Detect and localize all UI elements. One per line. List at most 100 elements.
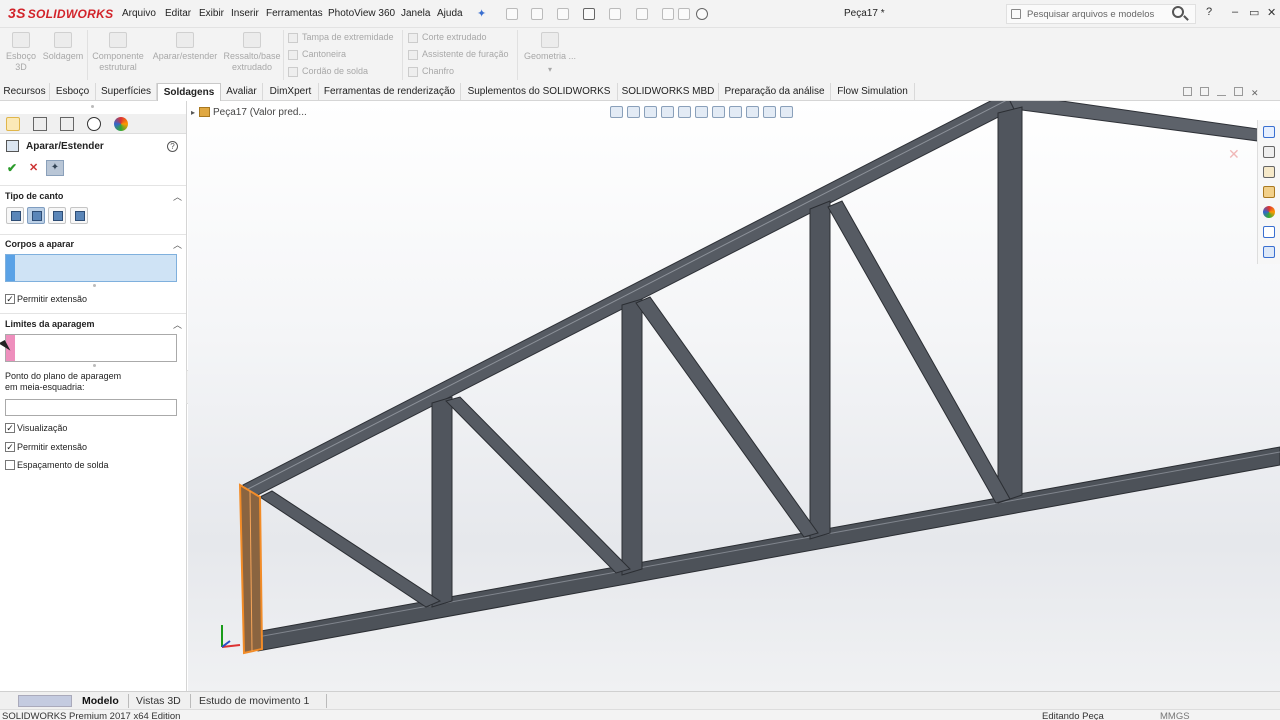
- zoom-to-fit-icon[interactable]: [610, 106, 623, 118]
- collapse-icon[interactable]: ︿: [173, 238, 182, 251]
- reference-geometry-button[interactable]: Geometria ... ▾: [520, 32, 580, 75]
- apply-scene-icon[interactable]: [763, 106, 776, 118]
- viewport-link-icon[interactable]: [1200, 87, 1209, 96]
- options-gear-icon[interactable]: [696, 8, 708, 20]
- resize-grip[interactable]: [93, 364, 96, 367]
- tab-superficies[interactable]: Superfícies: [96, 83, 157, 100]
- tab-flow-simulation[interactable]: Flow Simulation: [831, 83, 915, 100]
- select-icon[interactable]: [636, 8, 648, 20]
- menu-exibir[interactable]: Exibir: [199, 8, 224, 19]
- keep-visible-pin-button[interactable]: ✦: [46, 160, 64, 176]
- dynamic-annotation-icon[interactable]: [678, 106, 691, 118]
- save-icon[interactable]: [557, 8, 569, 20]
- trim-boundary-selection-box[interactable]: [5, 334, 177, 362]
- diagonal-beam-4[interactable]: [827, 200, 1011, 504]
- tab-solidworks-mbd[interactable]: SOLIDWORKS MBD: [618, 83, 719, 100]
- collapse-icon[interactable]: ︿: [173, 318, 182, 331]
- rebuild-icon[interactable]: [662, 8, 674, 20]
- vertical-beam-2[interactable]: [621, 298, 643, 576]
- checkbox-preview[interactable]: ✓ Visualização: [5, 422, 67, 435]
- edit-appearance-icon[interactable]: [746, 106, 759, 118]
- configuration-manager-tab-icon[interactable]: [60, 117, 74, 131]
- help-menu-icon[interactable]: ?: [1206, 6, 1212, 18]
- checkbox-weld-gap-box[interactable]: [5, 459, 15, 470]
- checkbox-allow-extension-1[interactable]: ✓ Permitir extensão: [5, 293, 87, 306]
- previous-view-icon[interactable]: [644, 106, 657, 118]
- miter-point-field[interactable]: [5, 399, 177, 416]
- feature-manager-tab-icon[interactable]: [6, 117, 20, 131]
- end-cap-button[interactable]: Tampa de extremidade: [288, 32, 394, 43]
- trim-extend-button[interactable]: Aparar/estender: [150, 32, 220, 62]
- search-input[interactable]: Pesquisar arquivos e modelos: [1027, 9, 1154, 20]
- undo-icon[interactable]: [609, 8, 621, 20]
- tab-recursos[interactable]: Recursos: [0, 83, 50, 100]
- tab-dimxpert[interactable]: DimXpert: [263, 83, 319, 100]
- gusset-button[interactable]: Cantoneira: [288, 49, 346, 60]
- vertical-beam-3[interactable]: [809, 200, 831, 540]
- ok-button[interactable]: ✔: [7, 161, 17, 175]
- tab-scroll-arrows[interactable]: [18, 695, 72, 707]
- chevron-down-icon[interactable]: ▾: [520, 64, 580, 75]
- search-box[interactable]: Pesquisar arquivos e modelos: [1006, 4, 1196, 24]
- structural-member-button[interactable]: Componente estrutural: [90, 32, 146, 73]
- tab-vistas-3d[interactable]: Vistas 3D: [136, 695, 181, 707]
- checkbox-allow-extension-2[interactable]: ✓ Permitir extensão: [5, 441, 87, 454]
- corner-type-end-miter-button[interactable]: [27, 207, 45, 224]
- corner-type-end-trim-button[interactable]: [6, 207, 24, 224]
- design-library-icon[interactable]: [1263, 146, 1275, 158]
- display-manager-tab-icon[interactable]: [114, 117, 128, 131]
- bodies-to-trim-selection-box[interactable]: [5, 254, 177, 282]
- forum-icon[interactable]: [1263, 246, 1275, 258]
- graphics-area[interactable]: ✕ ▸ Peça17 (Valor pred...: [188, 101, 1280, 691]
- checkbox-allow-extension-2-box[interactable]: ✓: [5, 441, 15, 452]
- solidworks-logo[interactable]: 3S SOLIDWORKS: [8, 5, 113, 21]
- new-document-icon[interactable]: [506, 8, 518, 20]
- status-units[interactable]: MMGS: [1160, 710, 1190, 720]
- open-document-icon[interactable]: [531, 8, 543, 20]
- checkbox-preview-box[interactable]: ✓: [5, 422, 15, 433]
- view-palette-icon[interactable]: [1263, 186, 1275, 198]
- extruded-cut-button[interactable]: Corte extrudado: [408, 32, 487, 43]
- diagonal-beam-2[interactable]: [445, 396, 631, 574]
- corner-type-end-butt2-button[interactable]: [70, 207, 88, 224]
- dimxpert-manager-tab-icon[interactable]: [87, 117, 101, 131]
- feature-tree-flyout[interactable]: ▸ Peça17 (Valor pred...: [191, 107, 307, 118]
- truss-model[interactable]: ✕: [188, 101, 1280, 691]
- file-properties-icon[interactable]: [678, 8, 690, 20]
- view-orientation-icon[interactable]: [695, 106, 708, 118]
- expand-arrow-icon[interactable]: ▸: [191, 108, 195, 117]
- panel-grip[interactable]: [91, 105, 94, 108]
- search-scope-icon[interactable]: [1011, 9, 1021, 19]
- custom-properties-icon[interactable]: [1263, 226, 1275, 238]
- diagonal-beam-1[interactable]: [259, 490, 442, 608]
- 3d-sketch-button[interactable]: Esboço 3D: [6, 32, 36, 73]
- chamfer-button[interactable]: Chanfro: [408, 66, 454, 77]
- diagonal-beam-3[interactable]: [635, 296, 819, 538]
- vertical-beam-4[interactable]: [997, 106, 1023, 504]
- close-button[interactable]: ✕: [1267, 6, 1276, 19]
- tab-estudo-movimento[interactable]: Estudo de movimento 1: [199, 695, 309, 707]
- menu-arquivo[interactable]: Arquivo: [122, 8, 156, 19]
- extruded-boss-button[interactable]: Ressalto/base extrudado: [222, 32, 282, 73]
- menu-inserir[interactable]: Inserir: [231, 8, 259, 19]
- tab-modelo[interactable]: Modelo: [82, 695, 119, 707]
- menu-editar[interactable]: Editar: [165, 8, 191, 19]
- file-explorer-icon[interactable]: [1263, 166, 1275, 178]
- pin-menu-icon[interactable]: ✦: [477, 7, 486, 20]
- weld-bead-button[interactable]: Cordão de solda: [288, 66, 368, 77]
- viewport-tile-icon[interactable]: [1183, 87, 1192, 96]
- vertical-beam-1[interactable]: [431, 396, 453, 608]
- collapse-icon[interactable]: ︿: [173, 190, 182, 203]
- checkbox-allow-extension-1-box[interactable]: ✓: [5, 293, 15, 304]
- display-style-icon[interactable]: [712, 106, 725, 118]
- hide-show-items-icon[interactable]: [729, 106, 742, 118]
- view-settings-icon[interactable]: [780, 106, 793, 118]
- top-back-beam[interactable]: [1006, 101, 1259, 142]
- appearances-icon[interactable]: [1263, 206, 1275, 218]
- menu-janela[interactable]: Janela: [401, 8, 430, 19]
- solidworks-resources-icon[interactable]: [1263, 126, 1275, 138]
- tab-avaliar[interactable]: Avaliar: [221, 83, 263, 100]
- viewport-restore-icon[interactable]: [1234, 87, 1243, 96]
- tab-esboco[interactable]: Esboço: [50, 83, 96, 100]
- menu-ferramentas[interactable]: Ferramentas: [266, 8, 323, 19]
